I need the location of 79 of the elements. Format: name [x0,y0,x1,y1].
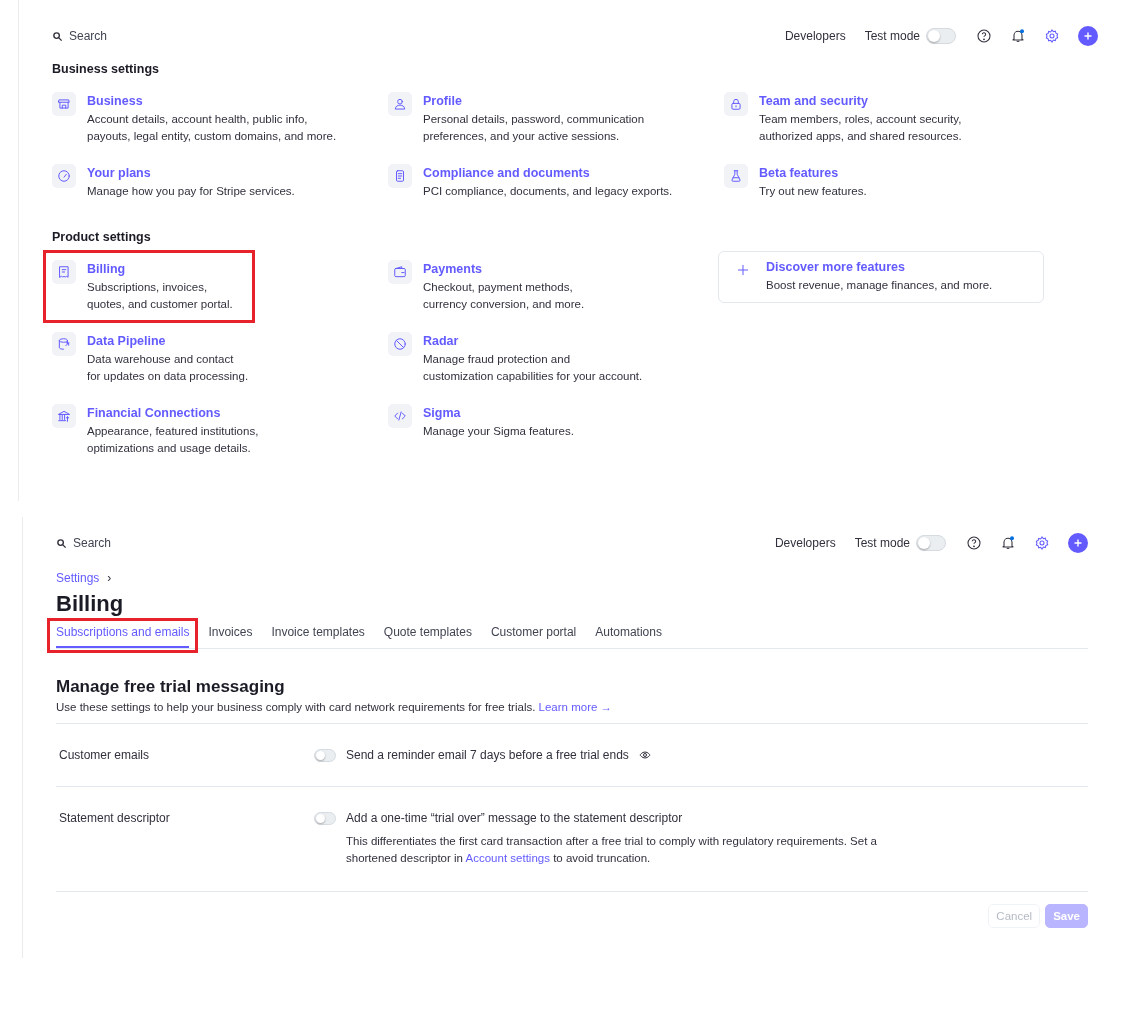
setting-link[interactable]: Radar [423,334,643,348]
section-heading: Business settings [52,62,160,76]
setting-link[interactable]: Billing [87,262,233,276]
toggle-switch[interactable] [926,28,956,44]
setting-description: Manage your Sigma features. [423,424,574,439]
code-icon [393,409,407,423]
developers-link[interactable]: Developers [774,536,836,550]
tab[interactable]: Automations [595,625,662,648]
setting-description: Data warehouse and contact for updates on data processing. [87,352,249,384]
search-icon [52,30,63,42]
setting-link[interactable]: Profile [423,94,645,108]
settings-icon[interactable] [1044,28,1060,44]
setting-description: Try out new features. [759,184,867,199]
setting-description: Manage fraud protection and customization capabilities for your account. [423,352,643,384]
setting-link[interactable]: Discover more features [766,260,993,274]
setting-link[interactable]: Business [87,94,337,108]
setting-link[interactable]: Payments [423,262,585,276]
setting-link[interactable]: Financial Connections [87,406,259,420]
feature-card[interactable]: Discover more features Boost revenue, manage finances, and more. [718,251,1044,303]
test-mode-label: Test mode [854,536,910,550]
setting-label: Customer emails [58,748,151,762]
tab[interactable]: Invoices [208,625,253,648]
account-settings-link[interactable]: Account settings [465,852,550,864]
person-icon [393,97,407,111]
setting-description: Account details, account health, public info, payouts, legal entity, custom domains, and more. [87,112,337,144]
setting-link[interactable]: Beta features [759,166,867,180]
setting-description: Personal details, password, communication preferences, and your active sessions. [423,112,645,144]
setting-link[interactable]: Team and security [759,94,962,108]
settings-icon[interactable] [1034,535,1050,551]
tab[interactable]: Invoice templates [271,625,365,648]
prohibited-icon [393,337,407,351]
developers-link[interactable]: Developers [784,29,846,43]
setting-link[interactable]: Your plans [87,166,295,180]
setting-link[interactable]: Sigma [423,406,574,420]
store-icon [57,97,71,111]
database-icon [57,337,71,351]
notification-icon[interactable] [1010,28,1026,44]
setting-description: Checkout, payment methods, currency conversion, and more. [423,280,585,312]
setting-description: Boost revenue, manage finances, and more. [766,278,993,293]
test-mode-label: Test mode [864,29,920,43]
tab[interactable]: Subscriptions and emails [56,625,190,648]
toggle-switch[interactable] [314,811,336,825]
document-icon [393,169,407,183]
option-label: Add a one-time “trial over” message to the statement descriptor [346,811,683,825]
wallet-icon [393,265,407,279]
toggle-switch[interactable] [314,748,336,762]
help-text: This differentiates the first card transaction after a free trial to comply with regulatory requirements. Set a shortened descriptor in Account settings to avoid truncation. [346,834,878,866]
eye-icon[interactable] [638,749,651,761]
flask-icon [729,169,743,183]
page-title: Billing [56,591,125,617]
setting-description: PCI compliance, documents, and legacy exports. [423,184,673,199]
lock-icon [729,97,743,111]
setting-link[interactable]: Compliance and documents [423,166,673,180]
setting-description: Appearance, featured institutions, optimizations and usage details. [87,424,259,456]
help-icon[interactable] [966,535,982,551]
learn-more-link[interactable]: Learn more → [538,701,613,713]
tab[interactable]: Quote templates [383,625,472,648]
option-label: Send a reminder email 7 days before a free trial ends [346,748,629,762]
setting-link[interactable]: Data Pipeline [87,334,249,348]
setting-description: Team members, roles, account security, authorized apps, and shared resources. [759,112,962,144]
create-button[interactable] [1078,26,1098,46]
setting-description: Manage how you pay for Stripe services. [87,184,295,199]
plus-icon [736,263,750,277]
gauge-icon [57,169,71,183]
help-icon[interactable] [976,28,992,44]
receipt-icon [57,265,71,279]
breadcrumb-separator: › [107,571,112,585]
setting-description: Subscriptions, invoices, quotes, and customer portal. [87,280,233,312]
tab[interactable]: Customer portal [490,625,577,648]
create-button[interactable] [1068,533,1088,553]
bank-icon [57,409,71,423]
breadcrumb-link[interactable]: Settings [56,571,100,585]
setting-label: Statement descriptor [58,811,171,827]
search-icon [56,537,67,549]
section-heading: Manage free trial messaging [56,677,286,697]
notification-icon[interactable] [1000,535,1016,551]
toggle-switch[interactable] [916,535,946,551]
section-heading: Product settings [52,230,152,244]
section-description: Use these settings to help your business comply with card network requirements for free trials. Learn more → [56,701,1088,724]
